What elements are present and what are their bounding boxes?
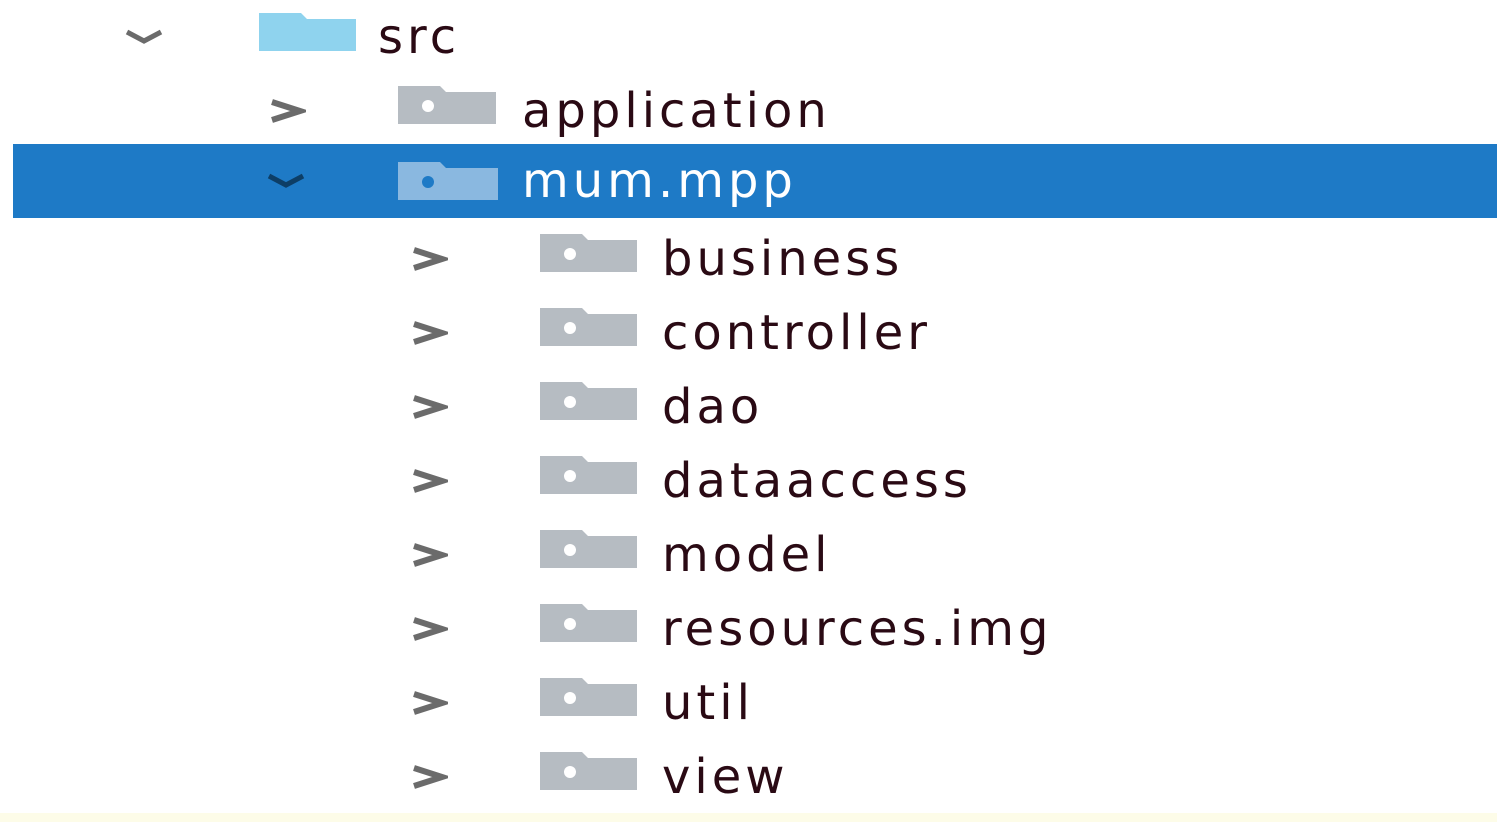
chevron-right-icon[interactable] xyxy=(396,296,460,370)
tree-label-view: view xyxy=(662,749,789,805)
source-folder-icon xyxy=(259,13,356,51)
package-icon xyxy=(540,530,637,568)
package-icon xyxy=(540,678,637,716)
tree-row-model[interactable]: model xyxy=(0,518,1497,592)
package-icon xyxy=(540,382,637,420)
package-icon xyxy=(540,234,637,272)
tree-row-resources-img[interactable]: resources.img xyxy=(0,592,1497,666)
tree-label-controller: controller xyxy=(662,305,931,361)
chevron-right-icon[interactable] xyxy=(396,666,460,740)
chevron-right-icon[interactable] xyxy=(396,592,460,666)
package-explorer-tree: src application mum.mpp business control… xyxy=(0,0,1497,822)
package-icon xyxy=(398,86,496,124)
tree-label-model: model xyxy=(662,527,832,583)
package-icon xyxy=(540,752,637,790)
package-icon xyxy=(540,308,637,346)
tree-label-application: application xyxy=(522,83,831,139)
tree-row-util[interactable]: util xyxy=(0,666,1497,740)
chevron-down-icon[interactable] xyxy=(254,144,318,218)
chevron-down-icon[interactable] xyxy=(112,0,176,74)
tree-row-view[interactable]: view xyxy=(0,740,1497,814)
chevron-right-icon[interactable] xyxy=(396,370,460,444)
tree-label-dao: dao xyxy=(662,379,764,435)
tree-label-util: util xyxy=(662,675,754,731)
tree-row-dao[interactable]: dao xyxy=(0,370,1497,444)
chevron-right-icon[interactable] xyxy=(396,518,460,592)
tree-label-business: business xyxy=(662,231,904,287)
tree-label-mum-mpp: mum.mpp xyxy=(522,153,797,209)
tree-row-application[interactable]: application xyxy=(0,74,1497,148)
chevron-right-icon[interactable] xyxy=(396,740,460,814)
package-icon xyxy=(540,456,637,494)
chevron-right-icon[interactable] xyxy=(254,74,318,148)
tree-label-src: src xyxy=(378,9,461,65)
tree-row-dataaccess[interactable]: dataaccess xyxy=(0,444,1497,518)
chevron-right-icon[interactable] xyxy=(396,444,460,518)
package-icon xyxy=(540,604,637,642)
tree-row-controller[interactable]: controller xyxy=(0,296,1497,370)
tree-row-src[interactable]: src xyxy=(0,0,1497,74)
tree-row-mum-mpp[interactable]: mum.mpp xyxy=(13,144,1497,218)
tree-row-business[interactable]: business xyxy=(0,222,1497,296)
chevron-right-icon[interactable] xyxy=(396,222,460,296)
package-icon xyxy=(398,162,498,200)
tree-label-resources-img: resources.img xyxy=(662,601,1053,657)
tree-label-dataaccess: dataaccess xyxy=(662,453,972,509)
bottom-strip xyxy=(0,813,1497,822)
